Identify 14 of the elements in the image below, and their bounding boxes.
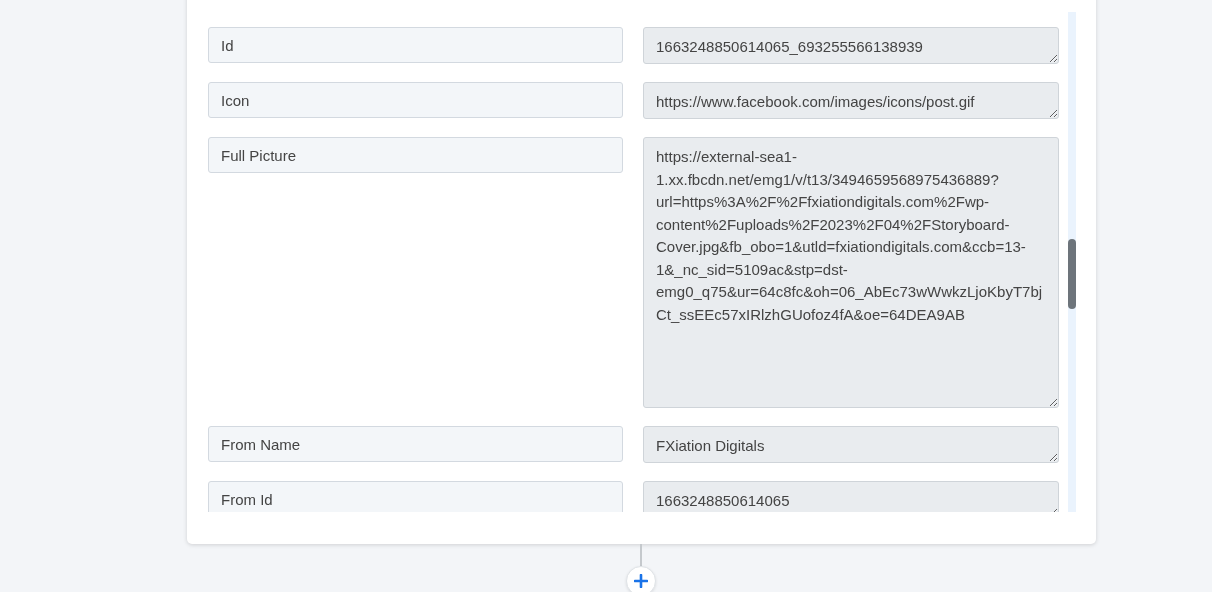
field-name-input[interactable]: From Name — [208, 426, 623, 462]
add-step-button[interactable] — [626, 566, 656, 592]
plus-icon — [634, 574, 648, 588]
field-name-input[interactable]: Id — [208, 27, 623, 63]
field-name-input[interactable]: Icon — [208, 82, 623, 118]
field-name-input[interactable]: Full Picture — [208, 137, 623, 173]
scrollbar-thumb[interactable] — [1068, 239, 1076, 309]
field-value-textarea[interactable]: 1663248850614065_693255566138939 — [643, 27, 1059, 64]
field-value-textarea[interactable]: https://external-sea1-1.xx.fbcdn.net/emg1/v/t13/3494659568975436889?url=https%3A%2F%2Ffxiationdigitals.com%2Fwp-content%2Fuploads%2F2023%2F04%2FStoryboard-Cover.jpg&fb_obo=1&utld=fxiationdigitals.com&ccb=13-1&_nc_sid=5109ac&stp=dst-emg0_q75&ur=64c8fc&oh=06_AbEc73wWwkzLjoKbyT7bjCt_ssEEc57xIRlzhGUofoz4fA&oe=64DEA9AB — [643, 137, 1059, 408]
field-value-textarea[interactable]: FXiation Digitals — [643, 426, 1059, 463]
scrollbar-track[interactable] — [1068, 12, 1076, 512]
field-name-input[interactable]: From Id — [208, 481, 623, 512]
field-value-textarea[interactable]: 1663248850614065 — [643, 481, 1059, 512]
field-value-textarea[interactable]: https://www.facebook.com/images/icons/post.gif — [643, 82, 1059, 119]
